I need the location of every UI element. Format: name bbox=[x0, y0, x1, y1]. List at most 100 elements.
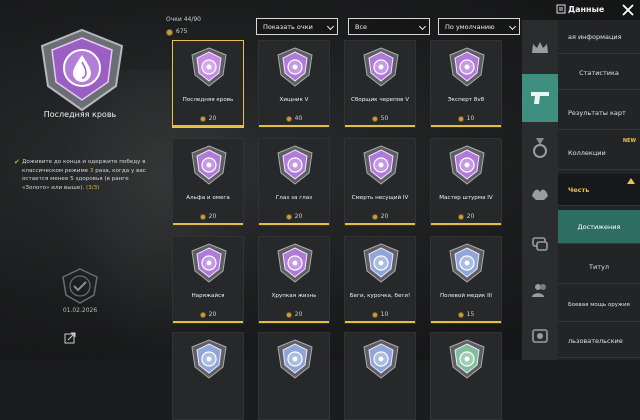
achievement-points-value: 40 bbox=[294, 115, 303, 122]
completion-bar bbox=[345, 321, 415, 323]
points-coin-icon bbox=[457, 115, 464, 122]
tab-chat[interactable] bbox=[522, 224, 558, 264]
achievement-card[interactable]: Наряжайся 20 bbox=[172, 236, 244, 324]
completion-bar bbox=[173, 125, 243, 127]
share-icon[interactable] bbox=[64, 332, 76, 344]
achievement-points-value: 20 bbox=[380, 213, 389, 220]
achievement-card[interactable] bbox=[430, 332, 502, 420]
achievement-card[interactable]: Сборщик черепов V 50 bbox=[344, 40, 416, 128]
muscle-icon bbox=[532, 189, 548, 200]
achievement-detail-panel: Последняя кровь ✔ Доживите до конца и од… bbox=[0, 0, 160, 360]
achievement-card[interactable] bbox=[258, 332, 330, 420]
achievement-card[interactable]: Хищник V 40 bbox=[258, 40, 330, 128]
achievement-name: Мастер штурма IV bbox=[439, 195, 493, 201]
achievement-points-value: 20 bbox=[208, 115, 217, 122]
target-icon bbox=[449, 145, 485, 185]
achievement-card[interactable]: Последняя кровь 20 bbox=[172, 40, 244, 128]
checkmark-icon: ✔ bbox=[14, 158, 20, 166]
completion-date: 01.02.2026 bbox=[62, 307, 98, 314]
tab-medals[interactable] bbox=[522, 128, 558, 168]
menu-map-results[interactable]: Результаты карт bbox=[558, 96, 640, 130]
achievement-points: 10 bbox=[431, 115, 501, 122]
achievement-card[interactable] bbox=[344, 332, 416, 420]
achievement-points: 20 bbox=[259, 213, 329, 220]
last-blood-badge bbox=[40, 28, 124, 112]
achievement-card[interactable]: Альфа и омега 20 bbox=[172, 138, 244, 226]
menu-honor-label: Честь bbox=[568, 185, 590, 194]
tab-friends[interactable] bbox=[522, 270, 558, 310]
achievement-card[interactable]: Смерть несущий IV 20 bbox=[344, 138, 416, 226]
tab-weapons[interactable] bbox=[522, 74, 558, 122]
achievement-points-value: 20 bbox=[208, 213, 217, 220]
tab-crown[interactable] bbox=[522, 28, 558, 68]
menu-achievements[interactable]: Достижения bbox=[558, 210, 640, 244]
record-icon bbox=[532, 329, 548, 343]
chevron-down-icon bbox=[326, 22, 335, 31]
completion-bar bbox=[259, 125, 329, 127]
achievement-points-value: 20 bbox=[466, 213, 475, 220]
desc-progress: (3/3) bbox=[85, 184, 100, 191]
achievement-card[interactable]: Полевой медик III 15 bbox=[430, 236, 502, 324]
detail-title: Последняя кровь bbox=[43, 110, 117, 119]
crosshair-icon bbox=[363, 47, 399, 87]
predator-icon bbox=[277, 47, 313, 87]
achievement-name: Глаз за глаз bbox=[275, 195, 313, 201]
menu-title[interactable]: Титул bbox=[558, 250, 640, 284]
completion-bar bbox=[345, 125, 415, 127]
chevron-down-icon bbox=[508, 22, 517, 31]
achievement-card[interactable]: Эксперт 8v8 10 bbox=[430, 40, 502, 128]
menu-basic-info[interactable]: ая информация bbox=[558, 20, 640, 54]
completion-bar bbox=[431, 125, 501, 127]
page-title: Данные bbox=[568, 5, 605, 14]
points-progress: Очки 44/90 bbox=[166, 16, 201, 23]
badge-icon bbox=[363, 339, 399, 379]
data-sub-menu: ая информация Статистика Результаты карт… bbox=[558, 20, 640, 360]
achievement-points: 20 bbox=[173, 213, 243, 220]
swords-icon bbox=[449, 47, 485, 87]
achievement-card[interactable]: Беги, курочка, беги! 10 bbox=[344, 236, 416, 324]
points-coin-icon bbox=[371, 213, 378, 220]
sort-dropdown[interactable]: По умолчанию bbox=[438, 18, 520, 35]
achievement-name: Смерть несущий IV bbox=[351, 195, 409, 201]
completion-bar bbox=[259, 223, 329, 225]
tab-fitness[interactable] bbox=[522, 174, 558, 214]
detail-description: ✔ Доживите до конца и одержите победу в … bbox=[14, 158, 154, 192]
chevrons-icon bbox=[363, 243, 399, 283]
close-icon[interactable] bbox=[622, 4, 634, 16]
achievements-grid: Последняя кровь 20 Хищник V 40 Сборщик череп… bbox=[172, 40, 518, 420]
category-dropdown[interactable]: Все bbox=[348, 18, 430, 35]
achievement-points: 20 bbox=[259, 311, 329, 318]
achievement-card[interactable] bbox=[172, 332, 244, 420]
points-coin-icon bbox=[285, 213, 292, 220]
achievement-points: 20 bbox=[173, 311, 243, 318]
chevron-down-icon bbox=[418, 22, 427, 31]
achievement-points: 20 bbox=[345, 213, 415, 220]
points-coin-icon bbox=[199, 311, 206, 318]
points-coin-icon bbox=[371, 311, 378, 318]
medal-icon bbox=[533, 138, 547, 158]
achievement-points: 50 bbox=[345, 115, 415, 122]
points-coin-icon bbox=[457, 311, 464, 318]
show-points-dropdown[interactable]: Показать очки bbox=[256, 18, 338, 35]
achievement-points-value: 10 bbox=[466, 115, 475, 122]
menu-statistics[interactable]: Статистика bbox=[558, 56, 640, 90]
achievement-card[interactable]: Мастер штурма IV 20 bbox=[430, 138, 502, 226]
achievement-name: Хрупкая жизнь bbox=[271, 293, 317, 299]
tab-record[interactable] bbox=[522, 316, 558, 356]
menu-honor[interactable]: Честь bbox=[558, 174, 640, 206]
badge-icon bbox=[191, 339, 227, 379]
chat-icon bbox=[532, 237, 548, 251]
data-icon bbox=[556, 4, 566, 14]
menu-custom[interactable]: льзовательские bbox=[558, 324, 640, 358]
achievement-name: Полевой медик III bbox=[439, 293, 493, 299]
completion-bar bbox=[173, 223, 243, 225]
points-coin-icon bbox=[166, 29, 173, 36]
menu-weapon-power[interactable]: Боевая мощь оружия bbox=[558, 288, 640, 322]
friends-icon bbox=[532, 284, 546, 297]
achievement-points: 20 bbox=[431, 213, 501, 220]
achievement-points: 20 bbox=[173, 115, 243, 122]
achievement-name: Альфа и омега bbox=[186, 195, 230, 201]
achievement-card[interactable]: Хрупкая жизнь 20 bbox=[258, 236, 330, 324]
collapse-arrow-icon bbox=[627, 178, 635, 184]
achievement-card[interactable]: Глаз за глаз 20 bbox=[258, 138, 330, 226]
